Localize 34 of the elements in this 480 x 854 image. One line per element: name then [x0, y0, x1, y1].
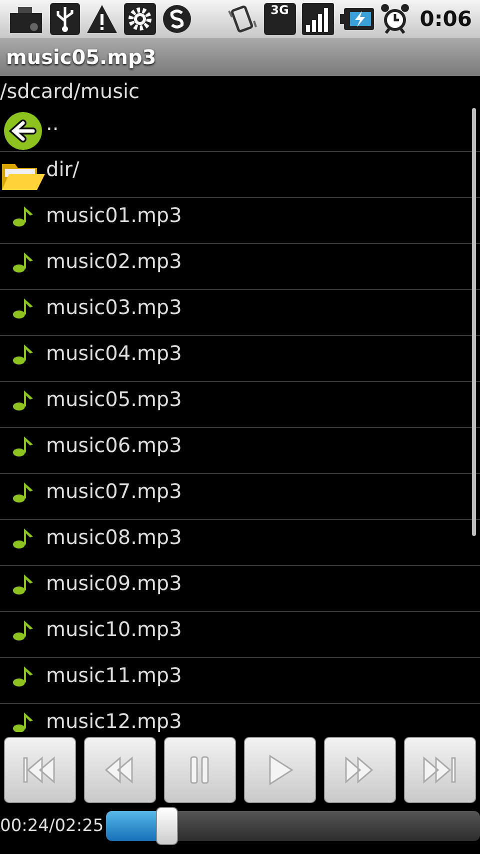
status-time: 0:06: [420, 7, 472, 31]
file-list-item[interactable]: ..: [0, 106, 480, 152]
music-note-icon: [13, 481, 33, 503]
file-list-item[interactable]: music08.mp3: [0, 520, 480, 566]
player-button[interactable]: [404, 737, 476, 803]
music-note-icon: [13, 435, 33, 457]
music-note-icon: [13, 389, 33, 411]
usb-icon: [50, 3, 80, 35]
file-list-item[interactable]: music11.mp3: [0, 658, 480, 704]
music-note-icon: [13, 527, 33, 549]
file-list-item[interactable]: music09.mp3: [0, 566, 480, 612]
music-note-icon: [13, 711, 33, 732]
vibrate-icon: [226, 3, 258, 35]
battery-charging-icon: [340, 7, 374, 31]
music-note-icon: [13, 297, 33, 319]
player-button[interactable]: [324, 737, 396, 803]
gear-icon: [124, 3, 156, 35]
network-type-icon: 3G: [264, 3, 296, 35]
music-note-icon: [13, 343, 33, 365]
slider-thumb[interactable]: [156, 807, 178, 845]
folder-path: /sdcard/music: [0, 78, 141, 105]
signal-icon: [302, 3, 334, 35]
file-list-item[interactable]: music10.mp3: [0, 612, 480, 658]
player-button[interactable]: [244, 737, 316, 803]
warning-icon: [86, 4, 118, 34]
music-note-icon: [13, 251, 33, 273]
alarm-clock-icon: [380, 3, 410, 35]
player-button[interactable]: [4, 737, 76, 803]
music-note-icon: [13, 573, 33, 595]
music-note-icon: [13, 619, 33, 641]
music-note-icon: [13, 205, 33, 227]
playback-time: 00:24/02:25: [0, 816, 104, 836]
window-title: music05.mp3: [6, 45, 156, 69]
music-note-icon: [13, 665, 33, 687]
